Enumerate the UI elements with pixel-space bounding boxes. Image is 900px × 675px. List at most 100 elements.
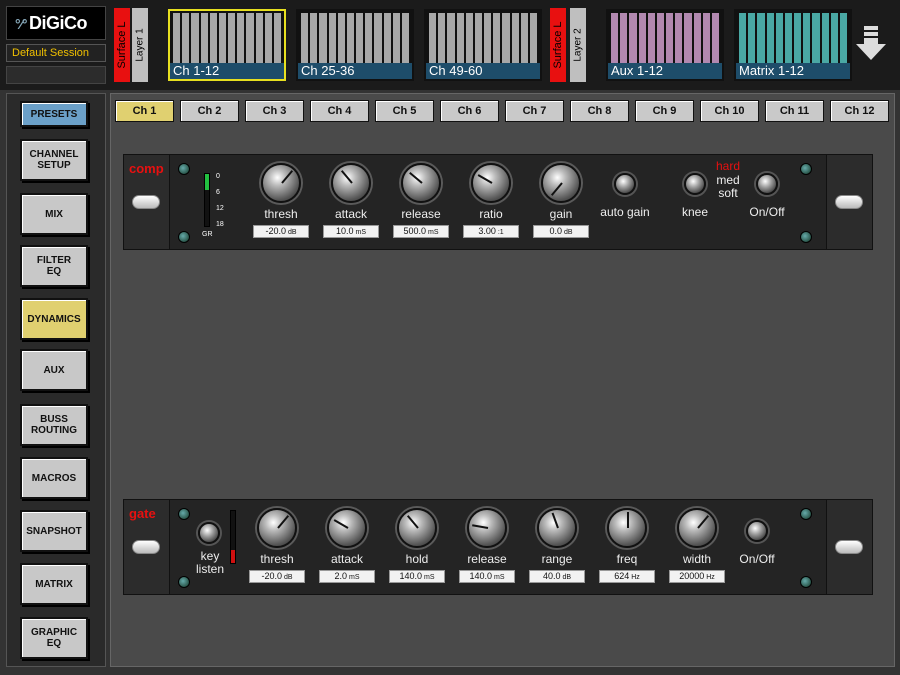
fader-strip[interactable] [757, 13, 765, 65]
fader-strip[interactable] [474, 13, 483, 65]
fader-strip[interactable] [484, 13, 492, 65]
tab-ch-7[interactable]: Ch 7 [505, 100, 564, 122]
fader-strip[interactable] [702, 13, 710, 65]
fader-strip[interactable] [182, 13, 190, 65]
comp-gain-value[interactable]: 0.0 dB [533, 225, 589, 238]
tab-ch-1[interactable]: Ch 1 [115, 100, 174, 122]
comp-ratio-value[interactable]: 3.00:1 [463, 225, 519, 238]
gate-freq-value[interactable]: 624 Hz [599, 570, 655, 583]
gate-width-knob[interactable] [677, 508, 717, 548]
bank-ch-25-36[interactable]: Ch 25-36 [296, 9, 414, 81]
fader-strip[interactable] [803, 13, 811, 65]
fader-strip[interactable] [392, 13, 400, 65]
fader-strip[interactable] [830, 13, 838, 65]
fader-strip[interactable] [748, 13, 756, 65]
fader-strip[interactable] [456, 13, 464, 65]
fader-strip[interactable] [273, 13, 282, 65]
nav-graphic-eq-button[interactable]: GRAPHIC EQ [20, 617, 88, 659]
fader-strip[interactable] [684, 13, 692, 65]
gate-onoff-button[interactable] [746, 520, 768, 542]
gate-hold-knob[interactable] [397, 508, 437, 548]
gate-release-knob[interactable] [467, 508, 507, 548]
fader-strip[interactable] [520, 13, 528, 65]
fader-strip[interactable] [438, 13, 446, 65]
knee-option-hard[interactable]: hard [708, 159, 748, 173]
fader-strip[interactable] [821, 13, 829, 65]
bank-matrix-1-12[interactable]: Matrix 1-12 [734, 9, 852, 81]
nav-snapshot-button[interactable]: SNAPSHOT [20, 510, 88, 552]
fader-strip[interactable] [784, 13, 793, 65]
comp-release-knob[interactable] [401, 163, 441, 203]
fader-strip[interactable] [319, 13, 327, 65]
tab-ch-8[interactable]: Ch 8 [570, 100, 629, 122]
fader-strip[interactable] [794, 13, 802, 65]
fader-strip[interactable] [191, 13, 199, 65]
fader-strip[interactable] [812, 13, 820, 65]
gate-thresh-knob[interactable] [257, 508, 297, 548]
comp-knee-button[interactable] [684, 173, 706, 195]
fader-strip[interactable] [237, 13, 245, 65]
fader-strip[interactable] [502, 13, 510, 65]
fader-strip[interactable] [666, 13, 674, 65]
down-arrow-icon[interactable] [856, 26, 886, 62]
fader-strip[interactable] [374, 13, 382, 65]
fader-strip[interactable] [401, 13, 410, 65]
comp-attack-knob[interactable] [331, 163, 371, 203]
comp-gain-knob[interactable] [541, 163, 581, 203]
bank-ch-49-60[interactable]: Ch 49-60 [424, 9, 542, 81]
fader-strip[interactable] [173, 13, 181, 65]
gate-attack-value[interactable]: 2.0 mS [319, 570, 375, 583]
tab-ch-6[interactable]: Ch 6 [440, 100, 499, 122]
gate-attack-knob[interactable] [327, 508, 367, 548]
nav-aux-button[interactable]: AUX [20, 349, 88, 391]
tab-ch-2[interactable]: Ch 2 [180, 100, 239, 122]
fader-strip[interactable] [447, 13, 455, 65]
fader-strip[interactable] [356, 13, 364, 65]
gate-hold-value[interactable]: 140.0 mS [389, 570, 445, 583]
gate-freq-knob[interactable] [607, 508, 647, 548]
bank-ch-1-12[interactable]: Ch 1-12 [168, 9, 286, 81]
gate-range-knob[interactable] [537, 508, 577, 548]
nav-filter-eq-button[interactable]: FILTER EQ [20, 245, 88, 287]
gate-width-value[interactable]: 20000 Hz [669, 570, 725, 583]
fader-strip[interactable] [620, 13, 628, 65]
fader-strip[interactable] [209, 13, 217, 65]
fader-strip[interactable] [228, 13, 236, 65]
fader-strip[interactable] [629, 13, 637, 65]
tab-ch-4[interactable]: Ch 4 [310, 100, 369, 122]
fader-strip[interactable] [383, 13, 391, 65]
fader-strip[interactable] [337, 13, 345, 65]
comp-thresh-value[interactable]: -20.0 dB [253, 225, 309, 238]
nav-dynamics-button[interactable]: DYNAMICS [20, 298, 88, 340]
fader-strip[interactable] [328, 13, 336, 65]
tab-ch-9[interactable]: Ch 9 [635, 100, 694, 122]
fader-strip[interactable] [647, 13, 655, 65]
layer-tag-2[interactable]: Layer 2 [570, 8, 586, 82]
fader-strip[interactable] [301, 13, 309, 65]
knee-option-med[interactable]: med [708, 173, 748, 187]
fader-strip[interactable] [775, 13, 783, 65]
fader-strip[interactable] [264, 13, 272, 65]
tab-ch-10[interactable]: Ch 10 [700, 100, 759, 122]
gate-thresh-value[interactable]: -20.0 dB [249, 570, 305, 583]
nav-presets-button[interactable]: PRESETS [20, 101, 88, 127]
fader-strip[interactable] [246, 13, 254, 65]
gate-release-value[interactable]: 140.0 mS [459, 570, 515, 583]
fader-strip[interactable] [200, 13, 208, 65]
knee-option-soft[interactable]: soft [708, 186, 748, 200]
fader-strip[interactable] [429, 13, 437, 65]
fader-strip[interactable] [766, 13, 774, 65]
fader-strip[interactable] [839, 13, 848, 65]
layer-tag-1[interactable]: Layer 1 [132, 8, 148, 82]
fader-strip[interactable] [493, 13, 501, 65]
comp-thresh-knob[interactable] [261, 163, 301, 203]
fader-strip[interactable] [511, 13, 519, 65]
gate-key-listen-button[interactable] [198, 522, 220, 544]
fader-strip[interactable] [675, 13, 683, 65]
tab-ch-5[interactable]: Ch 5 [375, 100, 434, 122]
fader-strip[interactable] [365, 13, 373, 65]
fader-strip[interactable] [739, 13, 747, 65]
nav-channel-setup-button[interactable]: CHANNEL SETUP [20, 139, 88, 181]
bank-aux-1-12[interactable]: Aux 1-12 [606, 9, 724, 81]
comp-release-value[interactable]: 500.0 mS [393, 225, 449, 238]
